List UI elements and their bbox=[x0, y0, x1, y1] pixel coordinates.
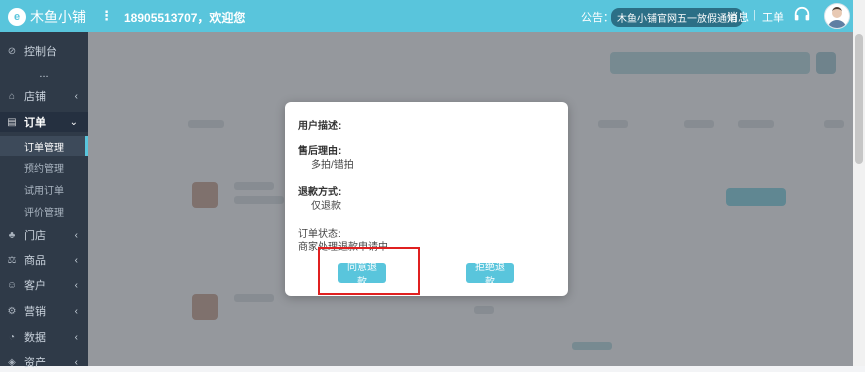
headset-icon[interactable] bbox=[793, 6, 811, 24]
after-sale-reason-value: 多拍/错拍 bbox=[311, 160, 354, 171]
sidebar-subitem-reviews[interactable]: 评价管理 bbox=[0, 201, 88, 221]
page-scrollbar[interactable] bbox=[853, 0, 865, 366]
tickets-link[interactable]: 工单 bbox=[762, 9, 784, 25]
chevron-left-icon: ‹ bbox=[74, 279, 78, 291]
user-description-label: 用户描述: bbox=[298, 121, 342, 132]
app-logo[interactable]: e 木鱼小铺 bbox=[8, 7, 86, 27]
messages-link[interactable]: 消息 bbox=[727, 9, 749, 25]
sidebar-item-store[interactable]: ♣ 门店 ‹ bbox=[0, 225, 88, 245]
sidebar-item-dashboard[interactable]: ⊘ 控制台 bbox=[0, 41, 88, 61]
notice-link[interactable]: 木鱼小铺官网五一放假通知 bbox=[611, 8, 743, 27]
top-bar: e 木鱼小铺 ⋮ 18905513707，欢迎您 公告： 木鱼小铺官网五一放假通… bbox=[0, 0, 853, 32]
sidebar-item-goods[interactable]: ⚖ 商品 ‹ bbox=[0, 250, 88, 270]
marketing-icon: ⚙ bbox=[7, 305, 17, 317]
sidebar-item-marketing[interactable]: ⚙ 营销 ‹ bbox=[0, 301, 88, 321]
app-name: 木鱼小铺 bbox=[30, 9, 86, 25]
chevron-left-icon: ‹ bbox=[74, 331, 78, 343]
sidebar-subitem-trial-orders[interactable]: 试用订单 bbox=[0, 179, 88, 199]
chevron-left-icon: ‹ bbox=[74, 305, 78, 317]
refund-method-label: 退款方式: bbox=[298, 187, 342, 198]
welcome-text: 18905513707，欢迎您 bbox=[124, 11, 246, 25]
menu-toggle-icon[interactable]: ⋮ bbox=[100, 8, 113, 24]
highlight-box bbox=[318, 247, 420, 295]
goods-icon: ⚖ bbox=[7, 254, 17, 266]
chevron-left-icon: ‹ bbox=[74, 254, 78, 266]
notice-label: 公告： bbox=[581, 12, 614, 24]
chevron-left-icon: ‹ bbox=[74, 229, 78, 241]
sidebar: ⊘ 控制台 ... ⌂ 店铺 ‹ ▤ 订单 ⌄ 订单管理 预约管理 试用订单 评… bbox=[0, 32, 88, 369]
customer-icon: ☺ bbox=[6, 279, 18, 291]
sidebar-item-data[interactable]: ◔ 数据 ‹ bbox=[0, 327, 88, 347]
header-separator: | bbox=[753, 9, 756, 21]
refund-method-value: 仅退款 bbox=[311, 201, 341, 212]
shop-icon: ⌂ bbox=[8, 90, 16, 102]
sidebar-item-shop[interactable]: ⌂ 店铺 ‹ bbox=[0, 86, 88, 106]
store-icon: ♣ bbox=[8, 229, 16, 241]
sidebar-subitem-reservation[interactable]: 预约管理 bbox=[0, 157, 88, 177]
after-sale-reason-label: 售后理由: bbox=[298, 146, 342, 157]
sidebar-item-assets[interactable]: ◈ 资产 ‹ bbox=[0, 352, 88, 372]
reject-refund-button[interactable]: 拒绝退款 bbox=[466, 262, 514, 288]
scrollbar-thumb[interactable] bbox=[855, 34, 863, 164]
dashboard-icon: ⊘ bbox=[7, 45, 17, 57]
sidebar-item-customer[interactable]: ☺ 客户 ‹ bbox=[0, 275, 88, 295]
sidebar-item-order[interactable]: ▤ 订单 ⌄ bbox=[0, 112, 88, 132]
sidebar-subitem-order-management[interactable]: 订单管理 bbox=[0, 136, 88, 156]
data-icon: ◔ bbox=[8, 331, 16, 343]
sidebar-ellipsis: ... bbox=[39, 68, 49, 80]
logo-icon: e bbox=[8, 8, 26, 26]
chevron-down-icon: ⌄ bbox=[69, 116, 78, 128]
order-icon: ▤ bbox=[7, 116, 17, 128]
chevron-left-icon: ‹ bbox=[74, 90, 78, 102]
user-avatar[interactable] bbox=[824, 3, 850, 29]
